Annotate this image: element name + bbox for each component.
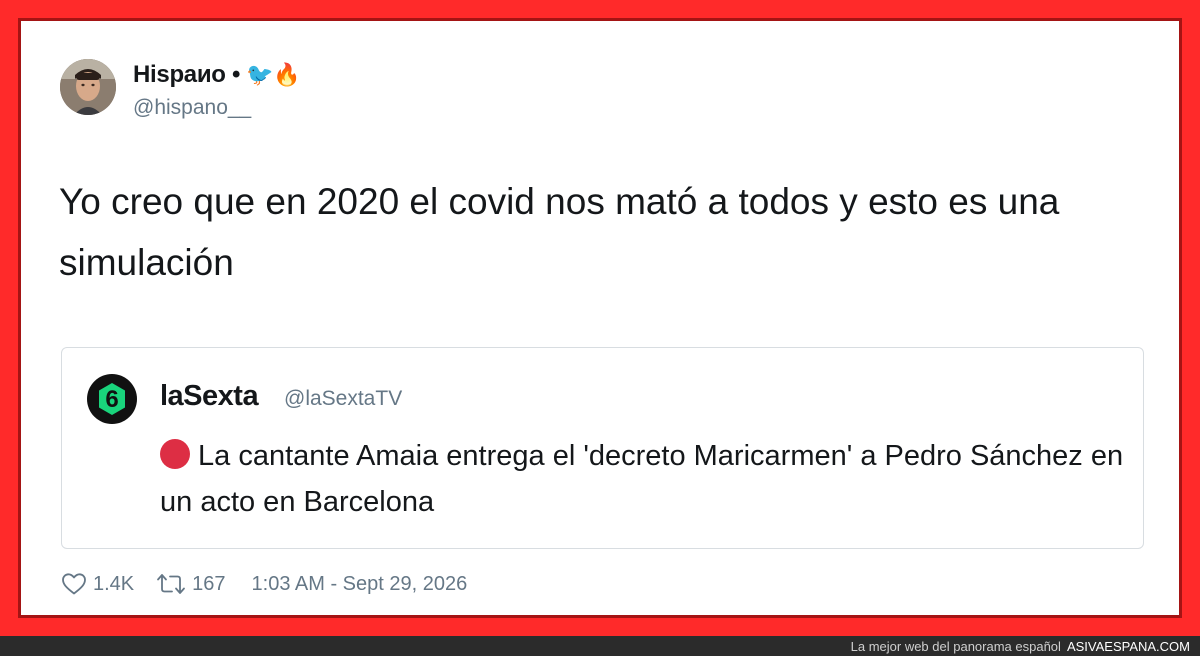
red-circle-icon bbox=[160, 439, 190, 469]
tweet-footer: 1.4K 167 1:03 AM - Sept 29, 2026 bbox=[61, 569, 467, 599]
retweet-count: 167 bbox=[192, 572, 226, 595]
tweet-card: Hispaиo • 🐦🔥 @hispano__ Yo creo que en 2… bbox=[18, 18, 1182, 618]
avatar[interactable] bbox=[60, 59, 116, 115]
quoted-author-handle: @laSextaTV bbox=[284, 387, 403, 410]
quoted-tweet[interactable]: 6 laSexta @laSextaTV La cantante Amaia e… bbox=[61, 347, 1144, 549]
avatar-image bbox=[60, 59, 116, 115]
author-name[interactable]: Hispaиo • 🐦🔥 bbox=[133, 61, 301, 89]
quoted-tweet-text: La cantante Amaia entrega el 'decreto Ma… bbox=[160, 433, 1130, 525]
heart-icon bbox=[62, 573, 86, 595]
watermark-tagline: La mejor web del panorama español bbox=[850, 638, 1061, 654]
logo-digit: 6 bbox=[105, 386, 118, 413]
watermark-site[interactable]: ASIVAESPANA.COM bbox=[1067, 639, 1190, 654]
like-count: 1.4K bbox=[93, 572, 135, 595]
retweet-button[interactable]: 167 bbox=[156, 572, 226, 596]
quoted-author-name: laSexta bbox=[160, 380, 259, 412]
author-name-text: Hispaиo • bbox=[133, 61, 241, 88]
lasexta-logo-icon: 6 bbox=[87, 374, 137, 424]
tweet-text: Yo creo que en 2020 el covid nos mató a … bbox=[59, 181, 1060, 283]
author-handle[interactable]: @hispano__ bbox=[133, 96, 251, 120]
tweet-timestamp[interactable]: 1:03 AM - Sept 29, 2026 bbox=[252, 573, 468, 596]
site-watermark: La mejor web del panorama español ASIVAE… bbox=[0, 636, 1200, 656]
author-emojis: 🐦🔥 bbox=[246, 62, 301, 87]
retweet-icon bbox=[157, 574, 186, 594]
quoted-text-body: La cantante Amaia entrega el 'decreto Ma… bbox=[160, 440, 1124, 518]
red-frame: Hispaиo • 🐦🔥 @hispano__ Yo creo que en 2… bbox=[0, 0, 1200, 636]
like-button[interactable]: 1.4K bbox=[61, 572, 134, 596]
